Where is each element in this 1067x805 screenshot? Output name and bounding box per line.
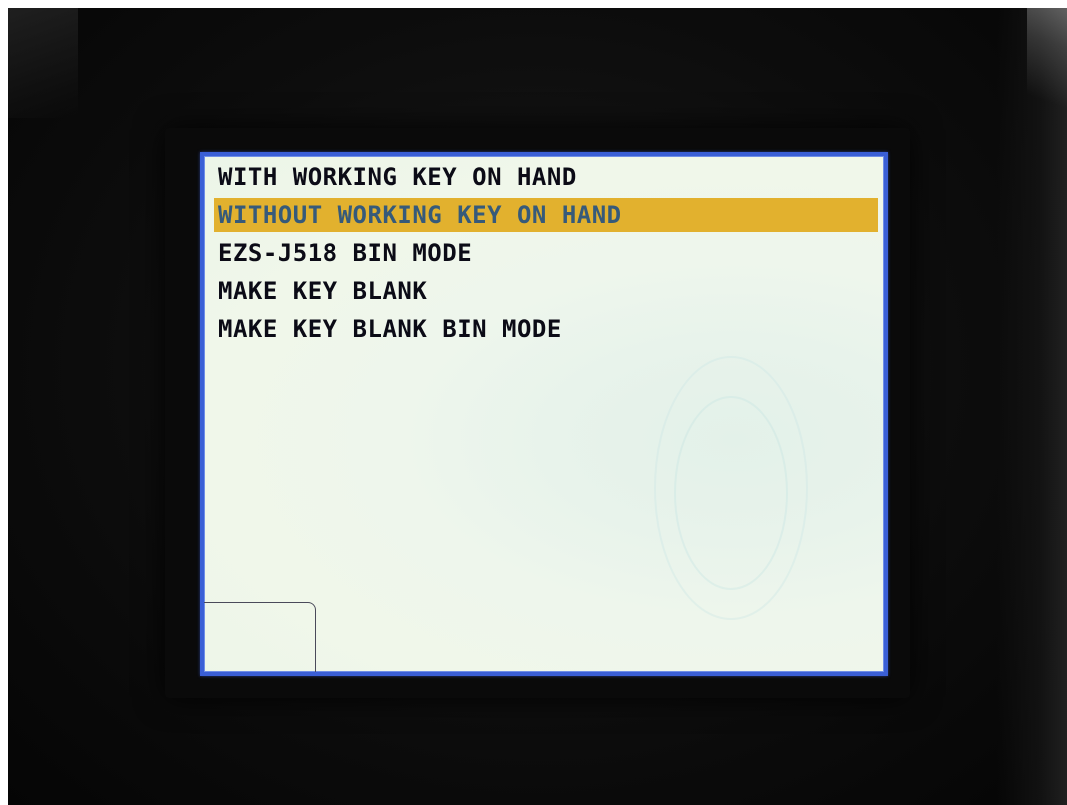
menu-item-without-working-key[interactable]: WITHOUT WORKING KEY ON HAND	[214, 198, 878, 232]
screen-glare	[654, 356, 808, 620]
photo-frame: WITH WORKING KEY ON HAND WITHOUT WORKING…	[0, 0, 1067, 805]
screen-glare-inner	[674, 396, 788, 590]
device-corner-right	[1027, 8, 1067, 128]
screen-protector-tab	[204, 602, 316, 672]
menu-item-make-key-blank[interactable]: MAKE KEY BLANK	[214, 274, 878, 308]
menu-item-ezs-j518-bin-mode[interactable]: EZS-J518 BIN MODE	[214, 236, 878, 270]
lcd-screen: WITH WORKING KEY ON HAND WITHOUT WORKING…	[200, 152, 888, 676]
menu-item-with-working-key[interactable]: WITH WORKING KEY ON HAND	[214, 160, 878, 194]
menu-item-make-key-blank-bin-mode[interactable]: MAKE KEY BLANK BIN MODE	[214, 312, 878, 346]
menu-list: WITH WORKING KEY ON HAND WITHOUT WORKING…	[214, 160, 878, 350]
device-edge-left	[8, 8, 78, 118]
